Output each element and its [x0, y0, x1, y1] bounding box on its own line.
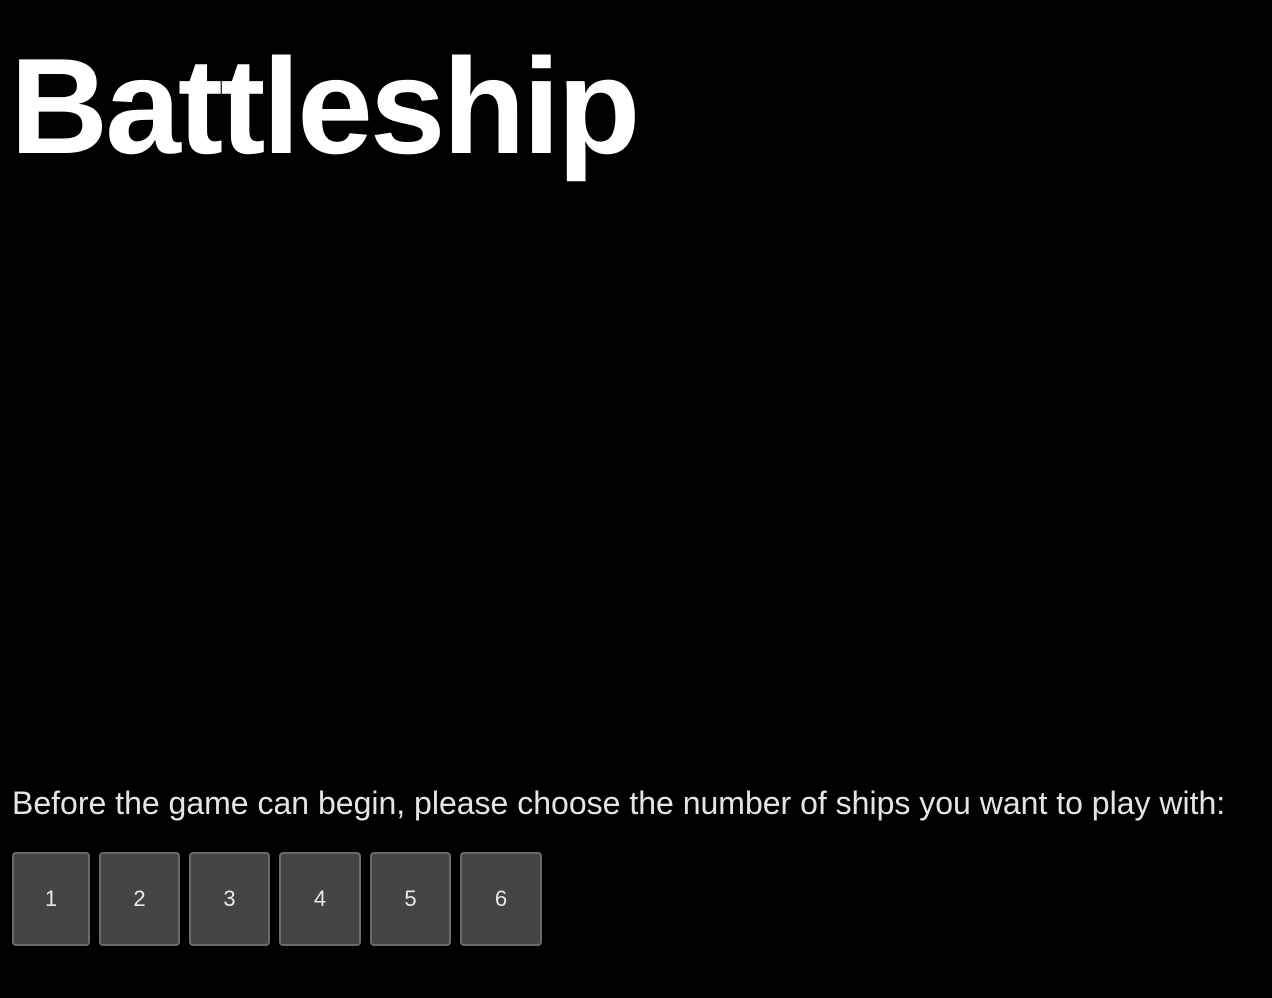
- ship-count-button-1[interactable]: 1: [12, 852, 90, 946]
- ship-count-prompt: Before the game can begin, please choose…: [12, 785, 1226, 821]
- ship-count-button-4[interactable]: 4: [279, 852, 361, 946]
- ship-count-button-6[interactable]: 6: [460, 852, 542, 946]
- ship-count-button-2[interactable]: 2: [99, 852, 180, 946]
- ship-count-button-3[interactable]: 3: [189, 852, 270, 946]
- game-title: Battleship: [10, 30, 640, 182]
- ship-count-button-5[interactable]: 5: [370, 852, 451, 946]
